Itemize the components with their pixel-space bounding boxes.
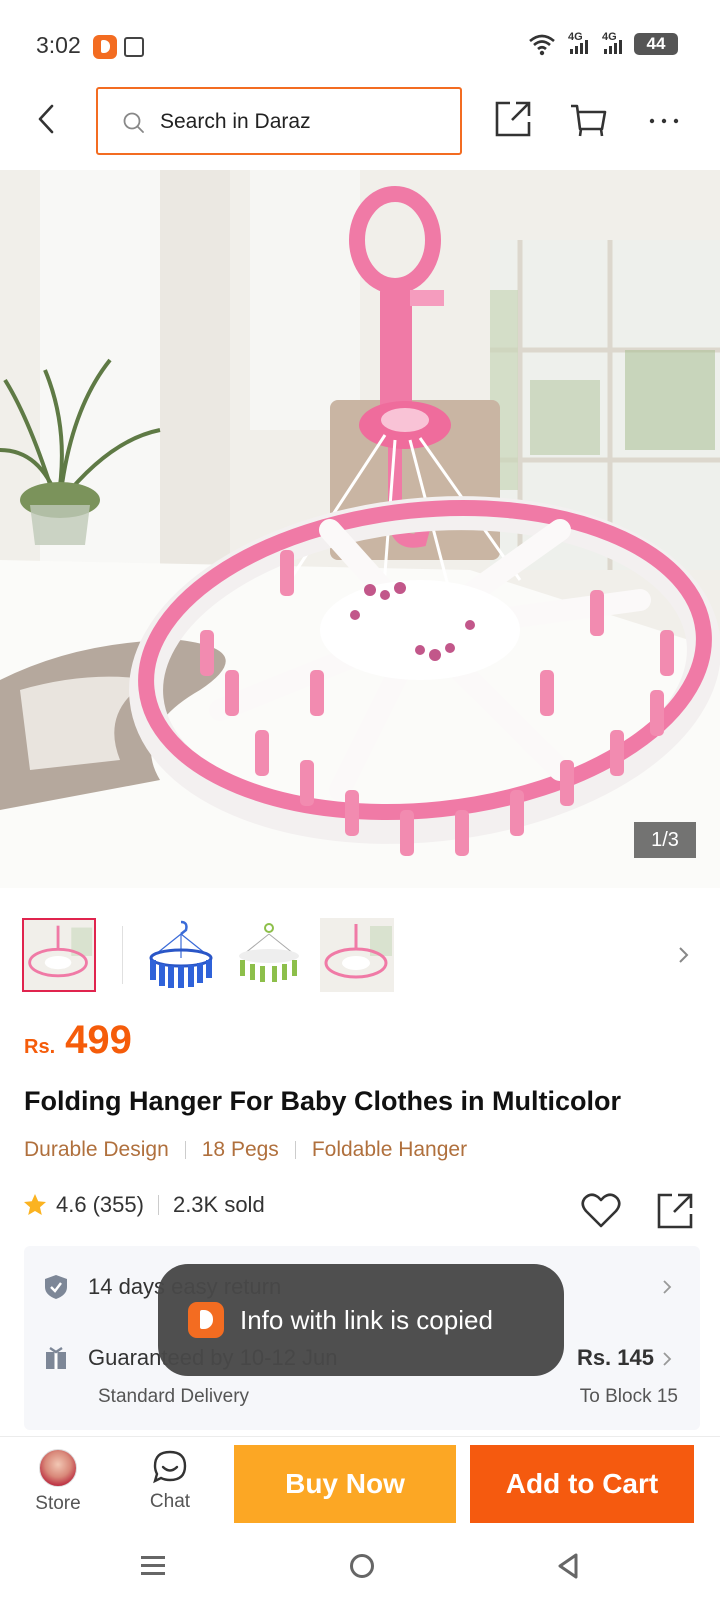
chat-label: Chat [149,1491,191,1512]
daraz-logo-icon [188,1302,224,1338]
status-time: 3:02 [36,32,81,58]
product-title: Folding Hanger For Baby Clothes in Multi… [24,1086,622,1116]
add-to-cart-button[interactable]: Add to Cart [470,1445,694,1523]
buy-now-button[interactable]: Buy Now [234,1445,456,1523]
status-indicators: 4G 4G 44 [528,32,678,56]
wifi-icon [529,34,555,56]
search-input[interactable]: Search in Daraz [96,87,462,155]
search-icon [123,112,144,133]
tag-separator [184,1141,186,1159]
chevron-right-icon[interactable] [658,1278,676,1296]
search-placeholder: Search in Daraz [160,110,311,133]
cart-icon[interactable] [568,100,608,140]
thumbnail-strip [0,918,720,994]
gift-box-icon [46,1347,66,1369]
thumbnail-2[interactable] [144,918,218,992]
thumbnail-image [144,918,218,992]
chevron-right-icon[interactable] [658,1350,676,1368]
product-price: Rs. 499 [24,1018,132,1063]
status-bar: 3:02 4G 4G 44 [0,0,720,84]
product-image-gallery[interactable]: 1/3 [0,170,720,888]
screenshot-notification-icon [124,37,144,57]
share-icon[interactable] [492,98,534,140]
network-type-label: 4G [602,31,617,43]
rating-row[interactable]: 4.6 (355) 2.3K sold [22,1192,265,1218]
thumbnail-image [232,918,306,992]
store-button[interactable]: Store [22,1449,94,1523]
more-icon[interactable] [647,104,681,138]
store-label: Store [35,1493,81,1514]
system-navigation-bar [0,1530,720,1600]
delivery-price: Rs. 145 [576,1345,654,1370]
bottom-action-bar: Store Chat Buy Now Add to Cart [0,1436,720,1530]
product-tag: Foldable Hanger [311,1138,468,1161]
thumbnail-image [24,920,94,990]
top-navigation: Search in Daraz [0,84,720,168]
product-tag: Durable Design [24,1138,169,1161]
image-counter: 1/3 [634,822,696,858]
cell-signal-icon: 4G [600,32,624,56]
thumbnail-3[interactable] [232,918,306,992]
chat-bubble-icon [153,1450,187,1484]
daraz-notification-icon [93,35,117,59]
network-type-label: 4G [568,31,583,43]
product-tags: Durable Design 18 Pegs Foldable Hanger [24,1138,467,1162]
cell-signal-icon: 4G [566,32,590,56]
price-currency: Rs. [24,1036,56,1058]
shield-check-icon [45,1275,67,1299]
thumbnail-image [320,918,394,992]
thumbnail-4[interactable] [320,918,394,992]
heart-icon[interactable] [580,1190,622,1230]
tag-separator [294,1141,296,1159]
delivery-type: Standard Delivery [98,1386,250,1407]
menu-lines-icon[interactable] [140,1554,166,1576]
product-main-image [0,170,720,888]
review-count: (355) [92,1192,144,1217]
delivery-location: To Block 15 [579,1386,678,1407]
thumbnail-divider [122,926,123,984]
rating-value: 4.6 [56,1192,87,1217]
back-triangle-icon[interactable] [556,1552,580,1580]
home-circle-icon[interactable] [350,1554,374,1578]
toast-message: Info with link is copied [240,1304,493,1335]
star-icon [24,1194,46,1215]
store-avatar [39,1449,77,1487]
rating-separator [157,1195,159,1215]
sold-count: 2.3K sold [172,1192,265,1217]
copied-toast: Info with link is copied [158,1264,564,1376]
product-tag: 18 Pegs [201,1138,279,1161]
price-value: 499 [65,1018,132,1062]
chat-button[interactable]: Chat [134,1449,206,1523]
back-arrow-icon[interactable] [30,102,64,136]
battery-icon: 44 [634,33,678,55]
chevron-right-icon[interactable] [672,944,694,966]
thumbnail-1[interactable] [22,918,96,992]
share-icon[interactable] [654,1190,696,1232]
